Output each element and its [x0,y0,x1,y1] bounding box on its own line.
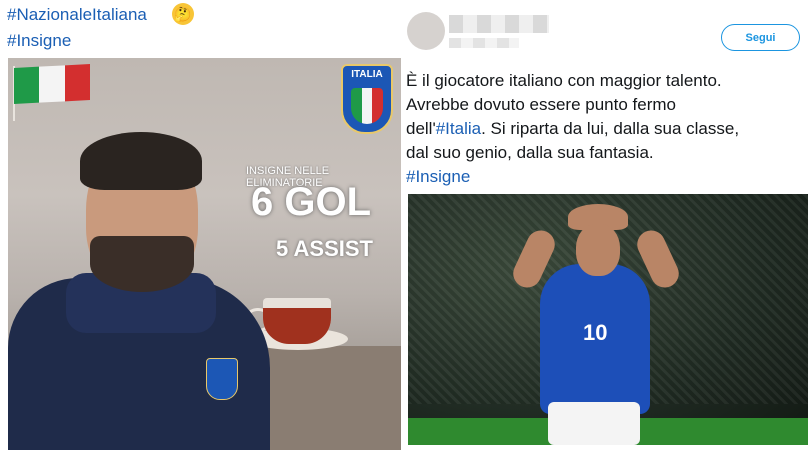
hashtag-italia[interactable]: #Italia [436,119,481,138]
tweet-text-line: dell'#Italia. Si riparta da lui, dalla s… [406,117,806,141]
thinking-face-icon: 🤔 [172,3,194,25]
crest-text: ITALIA [351,69,383,80]
tweet-text-line: È il giocatore italiano con maggior tale… [406,71,722,90]
tea-cup-icon [263,298,331,344]
crest-stripes [351,88,383,124]
italian-flag-icon [14,64,90,104]
tweet-image-insigne-tea[interactable]: ITALIA INSIGNE NELLE ELIMINATORIE 6 GOL … [8,58,401,450]
left-tweet: #NazionaleItaliana 🤔 #Insigne ITALIA INS… [0,0,405,456]
jacket-crest-icon [206,358,238,400]
player-shorts [548,402,640,445]
player-hair [80,132,202,190]
tweet-text: È il giocatore italiano con maggior tale… [406,69,806,189]
blurred-handle [449,38,519,48]
tweet-text-line: dal suo genio, dalla sua fantasia. [406,143,654,162]
right-tweet: Segui È il giocatore italiano con maggio… [405,0,810,456]
avatar[interactable] [407,12,445,50]
goals-stat: 6 GOL [251,180,372,224]
assists-stat: 5 ASSIST [276,236,373,261]
tweet-text-line: Avrebbe dovuto essere punto fermo [406,95,676,114]
hashtag-insigne[interactable]: #Insigne [7,31,71,51]
player-head [576,224,620,276]
text-fragment: dell' [406,119,436,138]
blurred-username [449,15,549,33]
jersey-number: 10 [583,320,608,345]
italia-crest-icon: ITALIA [341,64,393,134]
tweet-image-insigne-celebration[interactable]: 10 [408,194,808,445]
player-beard [90,236,194,292]
hashtag-insigne[interactable]: #Insigne [406,165,806,189]
follow-button[interactable]: Segui [721,24,800,51]
hashtag-nazionale-italiana[interactable]: #NazionaleItaliana [7,5,147,25]
text-fragment: . Si riparta da lui, dalla sua classe, [481,119,740,138]
